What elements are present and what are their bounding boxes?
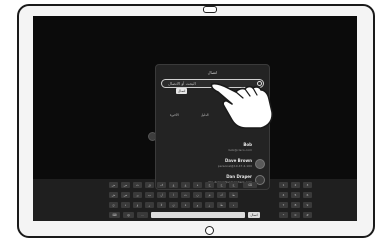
device-screen: اتصال البحث أو الاتصال اتصال الأخيرة الد… [33,16,357,221]
hand-pointer-icon [210,82,273,129]
key[interactable]: ب [145,192,154,198]
numpad-key[interactable]: 8 [291,202,300,208]
camera-icon [203,6,217,13]
key[interactable]: ث [133,182,142,188]
numpad-key[interactable]: 9 [303,202,312,208]
numpad-key[interactable]: 3 [303,182,312,188]
key[interactable]: خ [205,182,214,188]
numpad-key[interactable]: 5 [291,192,300,198]
call-key[interactable]: اتصال [248,212,260,218]
symbols-key[interactable]: … [137,212,148,218]
key[interactable]: ك [217,192,226,198]
key[interactable]: ظ [217,202,226,208]
key[interactable]: س [121,192,130,198]
key[interactable]: ؤ [133,202,142,208]
call-chip[interactable]: اتصال [176,88,188,94]
contact-detail: personal@10.47.4.100 [217,164,252,168]
numpad-key[interactable]: 6 [303,192,312,198]
key[interactable]: ه [193,182,202,188]
key[interactable]: ح [217,182,226,188]
key[interactable]: ق [145,182,154,188]
key[interactable]: ج [229,182,238,188]
avatar [255,159,265,169]
key[interactable]: ص [121,182,130,188]
key[interactable]: ش [109,192,118,198]
numpad-key[interactable]: 0 [291,212,300,218]
contact-name: Bob [243,142,252,147]
key[interactable]: م [205,192,214,198]
contact-name: Dave Brown [224,158,252,163]
globe-icon[interactable]: ◍ [123,212,134,218]
key[interactable]: ء [121,202,130,208]
key[interactable]: ط [229,192,238,198]
key[interactable]: ت [181,192,190,198]
key[interactable]: ع [181,182,190,188]
key[interactable]: غ [169,182,178,188]
numpad-key[interactable]: 7 [279,202,288,208]
key[interactable]: ئ [109,202,118,208]
on-screen-keyboard: ض ص ث ق ف غ ع ه خ ح ج ⌫ ش س ي ب ل ا ت ن … [33,179,357,221]
space-bar[interactable] [151,212,245,218]
key[interactable]: ن [193,192,202,198]
numpad-key[interactable]: # [303,212,312,218]
key[interactable]: ز [205,202,214,208]
numpad-key[interactable]: 2 [291,182,300,188]
key[interactable]: ل [157,192,166,198]
contact-item[interactable]: Bob bob@cisco.com [160,141,266,155]
key[interactable]: ف [157,182,166,188]
key[interactable]: ة [181,202,190,208]
tab-directory[interactable]: الدليل [201,113,208,117]
numpad-key[interactable]: 1 [279,182,288,188]
search-placeholder: البحث أو الاتصال [168,81,196,86]
key[interactable]: ى [169,202,178,208]
key[interactable]: ي [133,192,142,198]
key[interactable]: لا [157,202,166,208]
contact-detail: bob@cisco.com [228,148,252,152]
contact-item[interactable]: Dave Brown personal@10.47.4.100 [160,157,266,171]
keyboard-icon[interactable]: ⌨ [109,212,120,218]
numpad-key[interactable]: * [279,212,288,218]
backspace-key-icon[interactable]: ⌫ [243,182,257,188]
numpad-key[interactable]: 4 [279,192,288,198]
key[interactable]: ض [109,182,118,188]
tab-recents[interactable]: الأخيرة [170,113,179,117]
key[interactable]: د [229,202,238,208]
home-button-icon[interactable] [205,226,214,235]
key[interactable]: ر [145,202,154,208]
key[interactable]: ا [169,192,178,198]
key[interactable]: و [193,202,202,208]
